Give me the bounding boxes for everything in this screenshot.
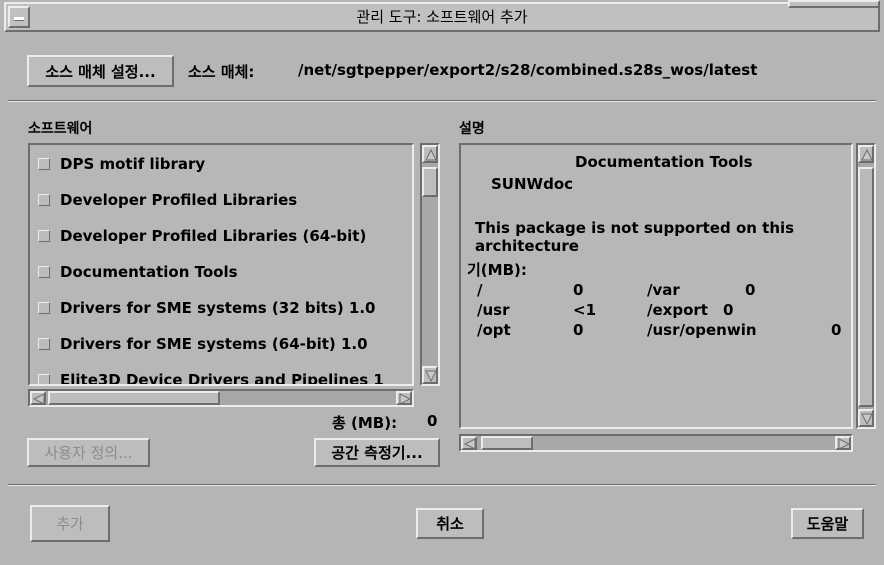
scroll-right-arrow-icon[interactable] [835,436,851,450]
source-path: /net/sgtpepper/export2/s28/combined.s28s… [298,61,758,79]
item-checkbox[interactable] [38,158,50,170]
list-item[interactable]: Drivers for SME systems (64-bit) 1.0 [38,332,368,356]
size-value: 0 [573,281,584,299]
scroll-thumb[interactable] [48,391,220,405]
list-item[interactable]: DPS motif library [38,152,205,176]
software-heading: 소프트웨어 [28,121,93,137]
software-list[interactable]: DPS motif library Developer Profiled Lib… [28,143,414,386]
description-vertical-scrollbar[interactable] [856,143,876,429]
item-label: DPS motif library [60,155,206,173]
set-source-button[interactable]: 소스 매체 설정... [27,55,174,87]
scroll-down-arrow-icon[interactable] [858,409,874,427]
divider-top [8,100,876,102]
scroll-up-arrow-icon[interactable] [422,145,438,163]
total-size-value: 0 [427,412,438,430]
window-title: 관리 도구: 소프트웨어 추가 [356,8,528,26]
software-horizontal-scrollbar[interactable] [28,389,414,407]
item-checkbox[interactable] [38,374,50,384]
size-fs: /var [647,281,680,299]
list-item[interactable]: Drivers for SME systems (32 bits) 1.0 [38,296,375,320]
description-title: Documentation Tools [575,153,753,171]
size-value: <1 [573,301,597,319]
source-label: 소스 매체: [188,63,255,81]
size-fs: /export [647,301,708,319]
custom-button[interactable]: 사용자 정의... [27,438,150,467]
space-meter-button[interactable]: 공간 측정기... [314,438,440,467]
description-horizontal-scrollbar[interactable] [459,434,853,452]
list-item[interactable]: Elite3D Device Drivers and Pipelines 1 [38,368,384,386]
item-label: Drivers for SME systems (64-bit) 1.0 [60,335,368,353]
scroll-left-arrow-icon[interactable] [461,436,477,450]
item-label: Documentation Tools [60,263,238,281]
item-checkbox[interactable] [38,230,50,242]
scroll-left-arrow-icon[interactable] [30,391,46,405]
description-note: This package is not supported on this [475,219,795,237]
add-button[interactable]: 추가 [30,505,110,542]
item-checkbox[interactable] [38,302,50,314]
scroll-thumb[interactable] [481,436,533,450]
size-value: 0 [831,321,842,339]
software-vertical-scrollbar[interactable] [420,143,440,386]
size-header: 기(MB): [467,261,527,279]
list-item[interactable]: Documentation Tools [38,260,238,284]
scroll-down-arrow-icon[interactable] [422,366,438,384]
item-label: Developer Profiled Libraries [60,191,298,209]
scroll-thumb[interactable] [858,167,874,407]
item-label: Developer Profiled Libraries (64-bit) [60,227,367,245]
item-label: Drivers for SME systems (32 bits) 1.0 [60,299,376,317]
description-note: architecture [475,237,579,255]
scroll-right-arrow-icon[interactable] [396,391,412,405]
size-fs: /usr/openwin [647,321,757,339]
scroll-up-arrow-icon[interactable] [858,145,874,163]
title-bar: 관리 도구: 소프트웨어 추가 [4,2,880,32]
size-value: 0 [573,321,584,339]
list-item[interactable]: Developer Profiled Libraries [38,188,297,212]
window-corner-handle[interactable] [788,0,880,8]
size-value: 0 [723,301,734,319]
list-item[interactable]: Developer Profiled Libraries (64-bit) [38,224,366,248]
item-label: Elite3D Device Drivers and Pipelines 1 [60,371,384,386]
size-fs: /opt [477,321,511,339]
help-button[interactable]: 도움말 [791,508,864,539]
size-fs: /usr [477,301,510,319]
description-package: SUNWdoc [491,175,574,193]
cancel-button[interactable]: 취소 [416,508,484,539]
item-checkbox[interactable] [38,194,50,206]
total-size-label: 총 (MB): [332,414,398,432]
description-heading: 설명 [459,121,485,137]
scroll-thumb[interactable] [422,167,438,197]
item-checkbox[interactable] [38,266,50,278]
description-pane: Documentation Tools SUNWdoc This package… [459,143,853,429]
divider-bottom [8,484,876,486]
size-fs: / [477,281,483,299]
size-value: 0 [745,281,756,299]
item-checkbox[interactable] [38,338,50,350]
